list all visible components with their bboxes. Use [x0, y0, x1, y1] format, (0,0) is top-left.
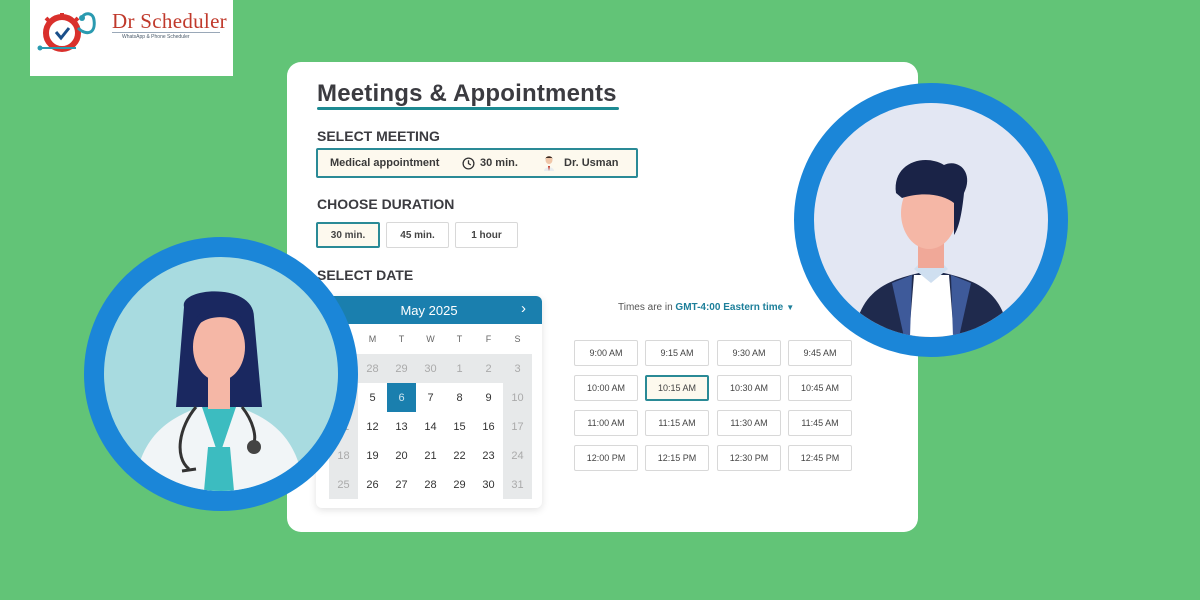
time-slot-button[interactable]: 10:45 AM — [788, 375, 852, 401]
calendar-day: 2 — [474, 354, 503, 383]
time-slot-button[interactable]: 9:15 AM — [645, 340, 709, 366]
timezone-prefix: Times are in — [618, 302, 676, 313]
timezone-note[interactable]: Times are in GMT-4:00 Eastern time ▼ — [618, 302, 794, 313]
calendar-day: 29 — [387, 354, 416, 383]
weekday-header: W — [426, 334, 435, 344]
calendar-grid: MTWTFS2829301235678910111213141516171819… — [329, 324, 542, 499]
chevron-right-icon[interactable]: › — [521, 300, 526, 317]
calendar-day[interactable]: 6 — [387, 383, 416, 412]
time-slot-button[interactable]: 12:30 PM — [717, 445, 781, 471]
choose-duration-label: CHOOSE DURATION — [317, 196, 455, 212]
calendar-day[interactable]: 16 — [474, 412, 503, 441]
weekday-header: F — [485, 334, 492, 344]
timezone-select[interactable]: GMT-4:00 Eastern time — [675, 302, 783, 313]
time-slot-button[interactable]: 10:30 AM — [717, 375, 781, 401]
man-illustration-icon — [854, 160, 1009, 337]
calendar-day: 24 — [503, 441, 532, 470]
time-slot-button[interactable]: 12:15 PM — [645, 445, 709, 471]
time-slot-button[interactable]: 10:15 AM — [645, 375, 709, 401]
calendar-day: 1 — [445, 354, 474, 383]
calendar-day[interactable]: 14 — [416, 412, 445, 441]
calendar-day[interactable]: 12 — [358, 412, 387, 441]
time-slot-button[interactable]: 9:30 AM — [717, 340, 781, 366]
calendar-header: ‹ May 2025 › — [316, 296, 542, 324]
time-slot-button[interactable]: 12:00 PM — [574, 445, 638, 471]
time-slot-button[interactable]: 10:00 AM — [574, 375, 638, 401]
calendar-day[interactable]: 20 — [387, 441, 416, 470]
weekday-header: S — [514, 334, 521, 344]
meeting-select[interactable]: Medical appointment 30 min. Dr. Usman — [316, 148, 638, 178]
calendar-day[interactable]: 28 — [416, 470, 445, 499]
calendar-day[interactable]: 23 — [474, 441, 503, 470]
logo-subtitle: WhatsApp & Phone Scheduler — [122, 34, 190, 40]
calendar-day[interactable]: 27 — [387, 470, 416, 499]
calendar-day[interactable]: 21 — [416, 441, 445, 470]
calendar-day[interactable]: 13 — [387, 412, 416, 441]
time-slot-button[interactable]: 9:45 AM — [788, 340, 852, 366]
select-meeting-label: SELECT MEETING — [317, 128, 440, 144]
calendar-day[interactable]: 30 — [474, 470, 503, 499]
calendar-day[interactable]: 15 — [445, 412, 474, 441]
calendar-day[interactable]: 8 — [445, 383, 474, 412]
duration-30-button[interactable]: 30 min. — [316, 222, 380, 248]
calendar-day: 10 — [503, 383, 532, 412]
clock-icon — [462, 156, 475, 170]
weekday-header: T — [456, 334, 463, 344]
calendar-day[interactable]: 19 — [358, 441, 387, 470]
doctor-avatar — [84, 237, 358, 511]
page-title: Meetings & Appointments — [317, 80, 617, 107]
weekday-header: T — [398, 334, 405, 344]
time-slot-button[interactable]: 12:45 PM — [788, 445, 852, 471]
meeting-duration: 30 min. — [480, 157, 518, 169]
calendar-day[interactable]: 22 — [445, 441, 474, 470]
time-slot-button[interactable]: 11:45 AM — [788, 410, 852, 436]
calendar-day[interactable]: 5 — [358, 383, 387, 412]
time-slot-button[interactable]: 11:30 AM — [717, 410, 781, 436]
meeting-doctor: Dr. Usman — [564, 157, 619, 169]
meeting-name: Medical appointment — [330, 157, 440, 169]
weekday-header: M — [368, 334, 377, 344]
patient-avatar — [794, 83, 1068, 357]
logo-divider — [112, 32, 220, 33]
duration-45-button[interactable]: 45 min. — [386, 222, 449, 248]
calendar-day[interactable]: 29 — [445, 470, 474, 499]
calendar-day[interactable]: 26 — [358, 470, 387, 499]
time-slot-button[interactable]: 11:00 AM — [574, 410, 638, 436]
brand-logo: Dr Scheduler WhatsApp & Phone Scheduler — [30, 0, 233, 76]
time-slot-button[interactable]: 11:15 AM — [645, 410, 709, 436]
caret-down-icon[interactable]: ▼ — [786, 303, 794, 312]
title-underline — [317, 107, 619, 110]
calendar-day: 17 — [503, 412, 532, 441]
calendar-day[interactable]: 9 — [474, 383, 503, 412]
calendar-day: 31 — [503, 470, 532, 499]
clock-stethoscope-logo-icon — [37, 12, 96, 52]
calendar-day: 3 — [503, 354, 532, 383]
calendar-day[interactable]: 7 — [416, 383, 445, 412]
calendar-day: 30 — [416, 354, 445, 383]
doctor-avatar-icon — [544, 156, 554, 171]
logo-title: Dr Scheduler — [112, 9, 227, 33]
female-doctor-illustration-icon — [134, 291, 304, 491]
duration-1hour-button[interactable]: 1 hour — [455, 222, 518, 248]
calendar-day: 28 — [358, 354, 387, 383]
calendar-month-label: May 2025 — [400, 302, 458, 318]
time-slot-button[interactable]: 9:00 AM — [574, 340, 638, 366]
